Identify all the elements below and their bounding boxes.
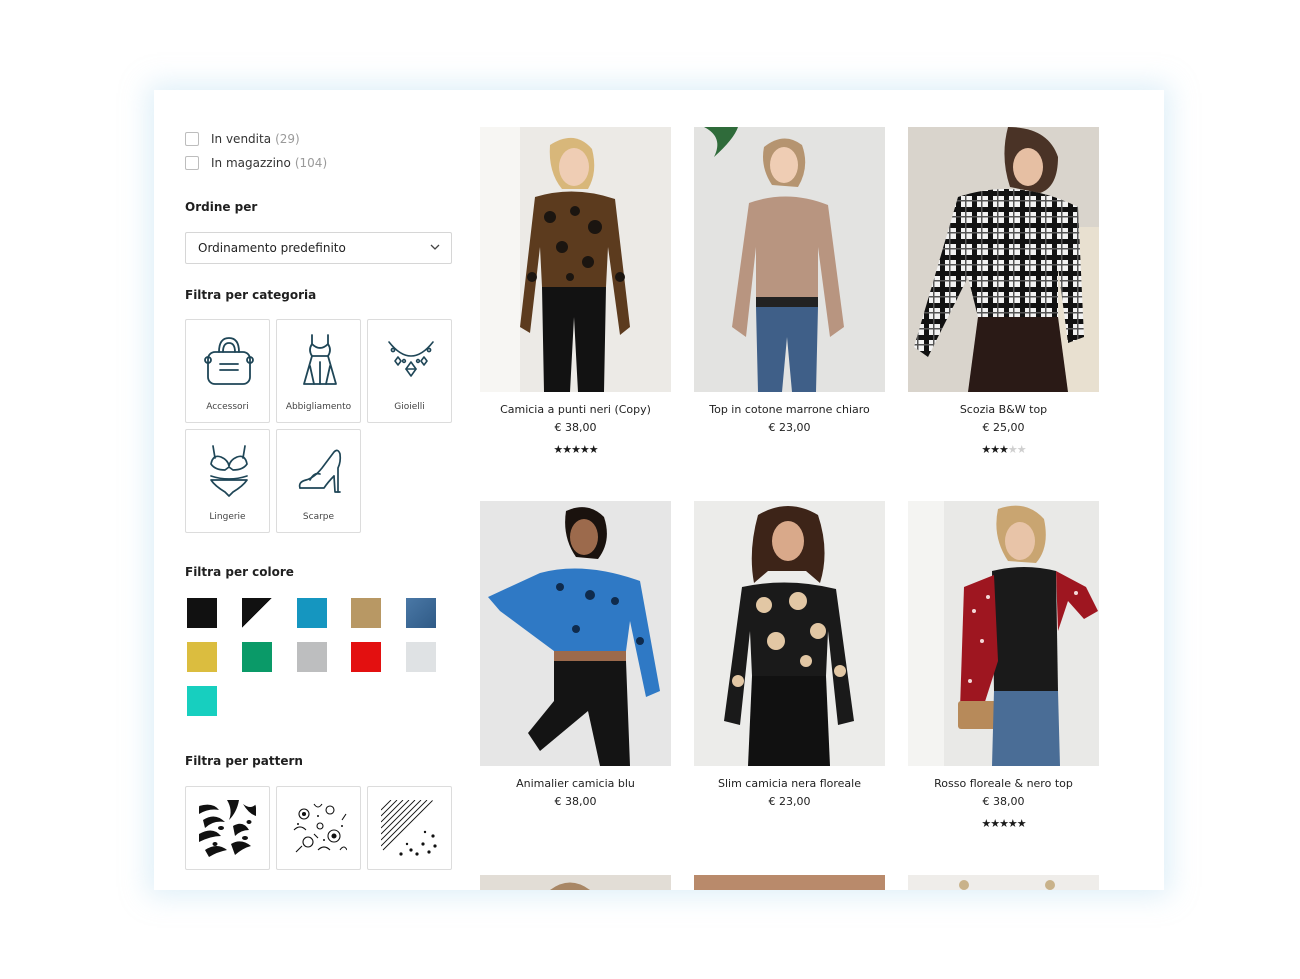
product-name[interactable]: Animalier camicia blu bbox=[470, 777, 681, 790]
high-heel-icon bbox=[298, 449, 342, 493]
swatch-blue[interactable] bbox=[297, 598, 327, 628]
dress-icon bbox=[303, 334, 337, 385]
product-name[interactable]: Camicia a punti neri (Copy) bbox=[470, 403, 681, 416]
product-image[interactable] bbox=[480, 501, 671, 766]
product-photo bbox=[908, 127, 1099, 392]
product-photo bbox=[694, 127, 885, 392]
handbag-icon bbox=[204, 337, 254, 385]
star-rating: ★★★★★ bbox=[981, 817, 1026, 830]
product-photo bbox=[480, 501, 671, 766]
product-price: € 23,00 bbox=[768, 795, 811, 808]
filter-on-sale-label: In vendita bbox=[211, 132, 272, 146]
filter-on-sale-count: (29) bbox=[275, 132, 300, 146]
filter-in-stock-label: In magazzino bbox=[211, 156, 291, 170]
category-label: Accessori bbox=[206, 402, 249, 412]
category-label: Scarpe bbox=[302, 512, 335, 522]
product-image[interactable] bbox=[694, 127, 885, 392]
checkbox[interactable] bbox=[185, 132, 199, 146]
pattern-stripes-dots[interactable] bbox=[367, 786, 452, 870]
filter-in-stock[interactable]: In magazzino (104) bbox=[185, 156, 327, 170]
category-label: Abbigliamento bbox=[285, 402, 352, 412]
sort-title: Ordine per bbox=[185, 200, 258, 214]
category-accessori[interactable]: Accessori bbox=[185, 319, 270, 423]
lingerie-icon bbox=[210, 445, 248, 497]
product-price: € 38,00 bbox=[982, 795, 1025, 808]
swatch-grey[interactable] bbox=[297, 642, 327, 672]
pattern-zebra[interactable] bbox=[185, 786, 270, 870]
swatch-light-grey[interactable] bbox=[406, 642, 436, 672]
product-image[interactable] bbox=[694, 501, 885, 766]
product-image[interactable] bbox=[908, 501, 1099, 766]
product-photo bbox=[480, 127, 671, 392]
product-image-partial[interactable] bbox=[694, 875, 885, 890]
swatch-beige[interactable] bbox=[351, 598, 381, 628]
product-name[interactable]: Top in cotone marrone chiaro bbox=[684, 403, 895, 416]
swatch-black[interactable] bbox=[187, 598, 217, 628]
stripes-dots-pattern-icon bbox=[381, 800, 437, 856]
zebra-pattern-icon bbox=[199, 800, 256, 857]
category-title: Filtra per categoria bbox=[185, 288, 317, 302]
swatch-black-white[interactable] bbox=[242, 598, 272, 628]
star-rating: ★★★★★ bbox=[981, 443, 1026, 456]
category-label: Gioielli bbox=[394, 402, 425, 412]
chevron-down-icon bbox=[430, 244, 440, 250]
product-photo bbox=[908, 501, 1099, 766]
category-label: Lingerie bbox=[209, 512, 246, 522]
product-price: € 38,00 bbox=[554, 795, 597, 808]
sort-selected-value: Ordinamento predefinito bbox=[198, 241, 346, 255]
product-image[interactable] bbox=[908, 127, 1099, 392]
pattern-floral[interactable] bbox=[276, 786, 361, 870]
necklace-icon bbox=[388, 341, 434, 377]
category-lingerie[interactable]: Lingerie bbox=[185, 429, 270, 533]
filter-on-sale[interactable]: In vendita (29) bbox=[185, 132, 300, 146]
floral-pattern-icon bbox=[293, 803, 347, 853]
checkbox[interactable] bbox=[185, 156, 199, 170]
product-name[interactable]: Rosso floreale & nero top bbox=[898, 777, 1109, 790]
product-price: € 23,00 bbox=[768, 421, 811, 434]
category-scarpe[interactable]: Scarpe bbox=[276, 429, 361, 533]
sort-select[interactable]: Ordinamento predefinito bbox=[185, 232, 452, 264]
star-rating: ★★★★★ bbox=[553, 443, 598, 456]
product-image-partial[interactable] bbox=[908, 875, 1099, 890]
product-price: € 38,00 bbox=[554, 421, 597, 434]
swatch-green[interactable] bbox=[242, 642, 272, 672]
category-abbigliamento[interactable]: Abbigliamento bbox=[276, 319, 361, 423]
pattern-title: Filtra per pattern bbox=[185, 754, 303, 768]
product-photo bbox=[694, 501, 885, 766]
product-name[interactable]: Slim camicia nera floreale bbox=[684, 777, 895, 790]
swatch-yellow[interactable] bbox=[187, 642, 217, 672]
filter-in-stock-count: (104) bbox=[294, 156, 328, 170]
product-name[interactable]: Scozia B&W top bbox=[898, 403, 1109, 416]
product-image[interactable] bbox=[480, 127, 671, 392]
product-image-partial[interactable] bbox=[480, 875, 671, 890]
swatch-turquoise[interactable] bbox=[187, 686, 217, 716]
color-title: Filtra per colore bbox=[185, 565, 294, 579]
category-gioielli[interactable]: Gioielli bbox=[367, 319, 452, 423]
shop-page: In vendita (29) In magazzino (104) Ordin… bbox=[154, 90, 1164, 890]
product-price: € 25,00 bbox=[982, 421, 1025, 434]
swatch-red[interactable] bbox=[351, 642, 381, 672]
swatch-denim[interactable] bbox=[406, 598, 436, 628]
